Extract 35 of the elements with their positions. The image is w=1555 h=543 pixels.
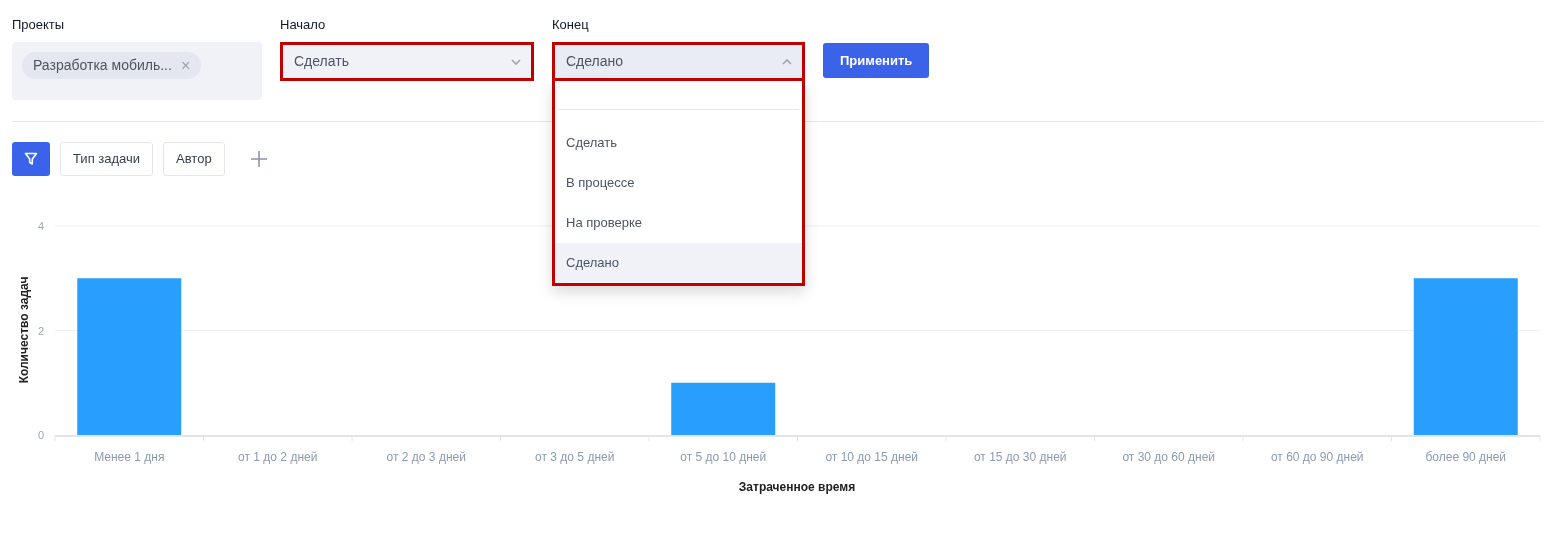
tag-text: Разработка мобиль... [33, 56, 172, 75]
x-tick-label: более 90 дней [1425, 450, 1507, 464]
filter-chip[interactable]: Автор [163, 142, 225, 176]
dropdown-option[interactable]: В процессе [555, 163, 802, 203]
chevron-down-icon [511, 58, 521, 65]
chevron-up-icon [782, 58, 792, 65]
x-tick-label: от 3 до 5 дней [535, 450, 615, 464]
select-field[interactable]: Сделано [552, 42, 805, 81]
y-tick-label: 4 [37, 220, 44, 232]
y-axis-title: Количество задач [17, 276, 31, 384]
field-label: Начало [280, 17, 327, 32]
apply-button[interactable]: Применить [823, 43, 930, 78]
x-tick-label: от 1 до 2 дней [238, 450, 318, 464]
x-tick-label: от 2 до 3 дней [386, 450, 466, 464]
x-tick-label: от 30 до 60 дней [1122, 450, 1216, 464]
x-tick-label: от 5 до 10 дней [680, 450, 767, 464]
y-tick-label: 0 [37, 429, 44, 441]
plus-icon [249, 150, 268, 168]
dropdown-option[interactable]: Сделано [555, 243, 802, 283]
x-tick-label: от 15 до 30 дней [973, 450, 1067, 464]
x-axis-title: Затраченное время [738, 480, 856, 494]
add-filter-button[interactable] [248, 149, 269, 169]
select-field[interactable]: Сделать [280, 42, 534, 81]
x-tick-label: от 10 до 15 дней [825, 450, 919, 464]
filter-icon [24, 152, 38, 166]
projects-field[interactable]: Разработка мобиль... × [12, 42, 262, 100]
dropdown-option[interactable]: На проверке [555, 203, 802, 243]
field-label: Проекты [12, 17, 66, 32]
field-label: Конец [552, 17, 590, 32]
filter-button[interactable] [12, 142, 50, 176]
x-tick-label: от 60 до 90 дней [1270, 450, 1364, 464]
x-tick-label: Менее 1 дня [94, 450, 165, 464]
filter-chip[interactable]: Тип задачи [60, 142, 154, 176]
y-tick-label: 2 [37, 324, 44, 337]
dropdown-option[interactable]: Сделать [555, 123, 802, 163]
